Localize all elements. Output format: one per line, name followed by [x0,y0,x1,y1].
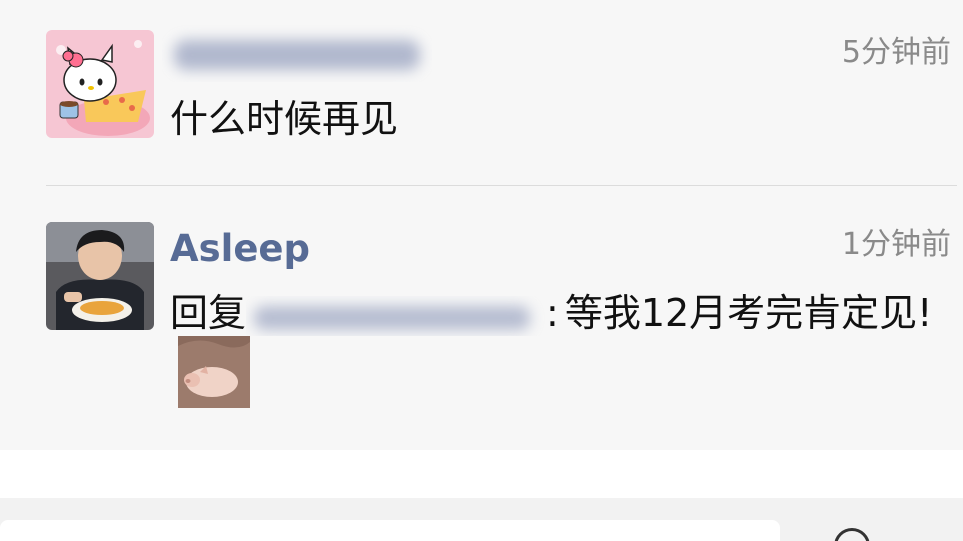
comment-text: 什么时候再见 [170,97,399,141]
avatar[interactable] [46,30,154,138]
section-separator [0,450,963,498]
comment-reply-text: 回复 : 等我12月考完肯定见! [170,294,932,336]
comment-input[interactable] [0,520,780,541]
reply-colon: : [546,291,559,335]
reply-body: 等我12月考完肯定见! [564,291,933,335]
comment-time: 1分钟前 [841,227,951,262]
sleeping-piglet-photo-icon [178,336,250,408]
comment-time: 5分钟前 [841,35,951,70]
attached-image[interactable] [178,336,250,408]
comment-item[interactable]: 5分钟前 什么时候再见 [0,0,963,185]
emoji-icon[interactable] [834,528,870,541]
comment-username[interactable]: Asleep [170,230,310,267]
hello-kitty-avatar-icon [46,30,154,138]
moments-comments-page: 5分钟前 什么时候再见 Asleep 1分钟前 回复: 等我12月考完肯定见! [0,0,963,541]
avatar[interactable] [46,222,154,330]
comment-item[interactable]: Asleep 1分钟前 回复 : 等我12月考完肯定见! [0,186,963,450]
reply-prefix: 回复 [170,291,247,335]
blurred-username [174,40,420,70]
boy-eating-avatar-icon [46,222,154,330]
blurred-reply-target [254,305,531,330]
comment-input-bar [0,498,963,541]
comments-section: 5分钟前 什么时候再见 Asleep 1分钟前 回复: 等我12月考完肯定见! [0,0,963,450]
